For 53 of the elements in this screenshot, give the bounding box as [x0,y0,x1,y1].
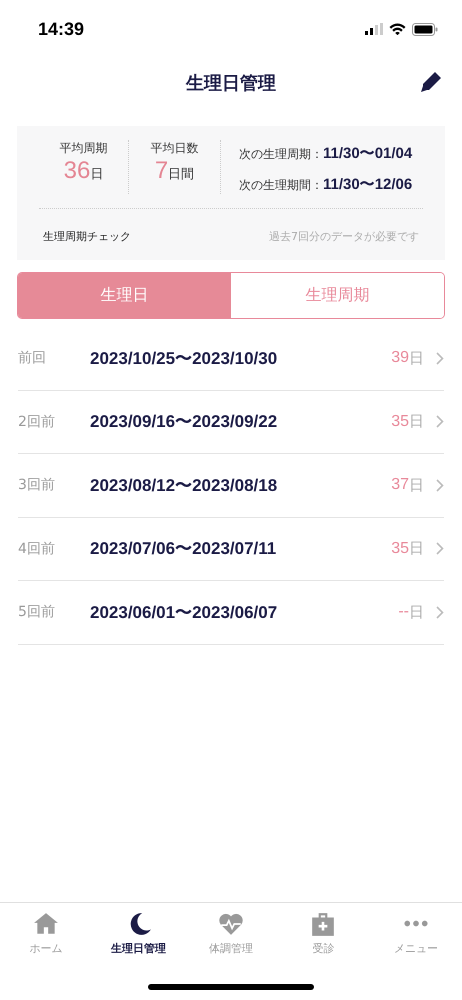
date-range: 2023/07/06〜2023/07/11 [90,538,278,560]
period-label: 4回前 [18,540,56,558]
chevron-right-icon [436,606,444,619]
chevron-right-icon [436,478,444,492]
date-range: 2023/06/01〜2023/06/07 [90,602,278,624]
chevron-right-icon [436,542,444,556]
history-row[interactable]: 2回前 2023/09/16〜2023/09/22 35日 [18,390,444,454]
stat-label: 平均周期 [60,140,108,157]
chevron-right-icon [436,352,444,365]
period-label: 前回 [18,349,47,368]
cycle-days: -- [398,603,409,622]
house-icon [33,911,60,937]
date-range: 2023/10/25〜2023/10/30 [90,348,278,370]
forecast-label: 次の生理期間： [239,177,323,194]
days-unit: 日 [409,476,424,495]
battery-icon [412,22,438,36]
forecast-value: 11/30〜12/06 [323,175,412,194]
chevron-right-icon [436,415,444,428]
history-row[interactable]: 4回前 2023/07/06〜2023/07/11 35日 [18,518,444,581]
pencil-icon[interactable] [420,71,442,93]
period-label: 5回前 [18,603,56,622]
date-range: 2023/08/12〜2023/08/18 [90,474,278,497]
stat-label: 平均日数 [150,140,198,157]
screen-title: 生理日管理 [186,72,276,95]
days-unit: 日 [409,602,424,622]
status-time: 14:39 [38,18,84,40]
check-label: 生理周期チェック [43,229,131,244]
days-unit: 日 [409,412,424,432]
stat-unit: 日 [90,166,104,183]
more-icon [404,920,428,927]
cycle-days: 35 [391,412,409,431]
period-label: 2回前 [18,412,56,431]
medical-bag-icon [310,911,336,937]
cycle-days: 37 [391,476,409,494]
cycle-days: 39 [391,349,409,368]
signal-icon [365,23,383,35]
check-note: 過去7回分のデータが必要です [269,229,419,244]
forecast-label: 次の生理周期： [239,146,323,163]
days-unit: 日 [409,348,424,368]
heart-pulse-icon [218,911,244,937]
history-row[interactable]: 前回 2023/10/25〜2023/10/30 39日 [18,327,444,390]
cycle-days: 35 [391,540,409,558]
days-unit: 日 [409,539,424,558]
date-range: 2023/09/16〜2023/09/22 [90,411,278,434]
history-row[interactable]: 5回前 2023/06/01〜2023/06/07 --日 [18,581,444,644]
tab-bar-item[interactable]: 生理日管理 [92,911,185,964]
wifi-icon [389,23,406,35]
history-row[interactable]: 3回前 2023/08/12〜2023/08/18 37日 [18,454,444,518]
stat-value: 36 [64,157,90,185]
period-label: 3回前 [18,476,56,494]
stat-unit: 日間 [168,166,194,183]
forecast-value: 11/30〜01/04 [323,144,412,163]
stat-value: 7 [154,157,168,185]
